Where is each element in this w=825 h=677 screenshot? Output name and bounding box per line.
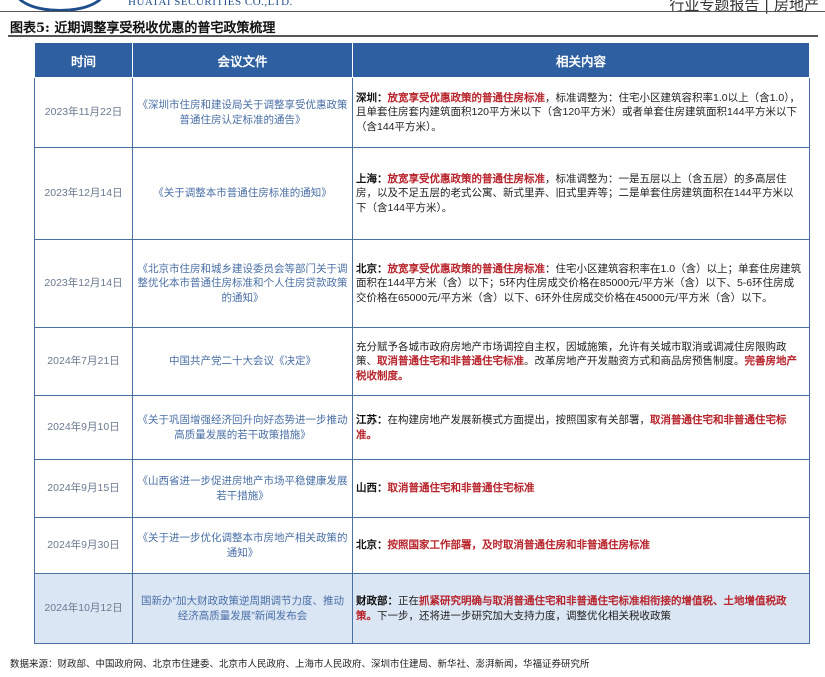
content-emphasis: 放宽享受优惠政策的普通住房标准 [387, 172, 546, 185]
row-document: 《关于巩固增强经济回升向好态势进一步推动高质量发展的若干政策措施》 [132, 395, 353, 460]
row-date: 2024年7月21日 [34, 327, 133, 396]
table-row: 2024年10月12日 国新办“加大财政政策逆周期调节力度、推动经济高质量发展”… [34, 573, 810, 644]
row-document: 中国共产党二十大会议《决定》 [132, 327, 353, 396]
content-emphasis: 放宽享受优惠政策的普通住房标准 [387, 91, 546, 104]
table-row: 2024年9月10日 《关于巩固增强经济回升向好态势进一步推动高质量发展的若干政… [34, 395, 810, 460]
content-lead: 财政部： [356, 595, 398, 607]
table-row: 2024年7月21日 中国共产党二十大会议《决定》 充分赋予各城市政府房地产市场… [34, 327, 810, 396]
content-lead: 北京： [356, 539, 388, 552]
row-document: 国新办“加大财政政策逆周期调节力度、推动经济高质量发展”新闻发布会 [132, 573, 353, 644]
header-content: 相关内容 [352, 42, 810, 78]
row-content: 深圳：放宽享受优惠政策的普通住房标准，标准调整为：住宅小区建筑容积率1.0以上（… [352, 77, 810, 148]
content-emphasis: 放宽享受优惠政策的普通住房标准 [387, 262, 546, 275]
table-row: 2023年11月22日 《深圳市住房和建设局关于调整享受优惠政策普通住房认定标准… [34, 77, 810, 148]
row-content: 上海：放宽享受优惠政策的普通住房标准，标准调整为：一是五层以上（含五层）的多高层… [352, 147, 810, 240]
content-text: 下一步，还将进一步研究加大支持力度，调整优化相关税收政策 [377, 609, 671, 622]
row-date: 2024年9月15日 [34, 459, 133, 518]
policy-table: 时间 会议文件 相关内容 2023年11月22日 《深圳市住房和建设局关于调整享… [34, 42, 810, 644]
table-row: 2024年9月15日 《山西省进一步促进房地产市场平稳健康发展若干措施》 山西：… [34, 459, 810, 518]
content-emphasis: 按照国家工作部署，及时取消普通住房和非普通住房标准 [387, 539, 651, 552]
row-date: 2024年10月12日 [34, 573, 133, 644]
table-row: 2023年12月14日 《关于调整本市普通住房标准的通知》 上海：放宽享受优惠政… [34, 147, 810, 240]
row-document: 《关于进一步优化调整本市房地产相关政策的通知》 [132, 517, 353, 574]
table-header-row: 时间 会议文件 相关内容 [34, 42, 810, 78]
content-text: 。改革房地产开发融资方式和商品房预售制度。 [524, 355, 745, 368]
content-emphasis: 取消普通住宅和非普通住宅标准 [387, 482, 535, 495]
row-document: 《深圳市住房和建设局关于调整享受优惠政策普通住房认定标准的通告》 [132, 77, 353, 148]
content-lead: 深圳： [356, 91, 388, 104]
figure-source: 数据来源：财政部、中国政府网、北京市住建委、北京市人民政府、上海市人民政府、深圳… [10, 659, 590, 670]
table-row: 2023年12月14日 《北京市住房和城乡建设委员会等部门关于调整优化本市普通住… [34, 239, 810, 328]
header-date: 时间 [34, 42, 133, 78]
table-row: 2024年9月30日 《关于进一步优化调整本市房地产相关政策的通知》 北京：按照… [34, 517, 810, 574]
header-divider [0, 11, 825, 12]
content-text: 正在 [398, 595, 419, 607]
row-content: 山西：取消普通住宅和非普通住宅标准 [352, 459, 810, 518]
content-lead: 山西： [356, 482, 388, 495]
row-content: 江苏：在构建房地产发展新模式方面提出，按照国家有关部署，取消普通住宅和非普通住宅… [352, 395, 810, 460]
row-date: 2023年12月14日 [34, 147, 133, 240]
row-document: 《关于调整本市普通住房标准的通知》 [132, 147, 353, 240]
company-logo-text: HUATAI SECURITIES CO.,LTD. [128, 0, 293, 8]
row-document: 《北京市住房和城乡建设委员会等部门关于调整优化本市普通住房标准和个人住房贷款政策… [132, 239, 353, 328]
row-date: 2024年9月30日 [34, 517, 133, 574]
title-divider [8, 35, 818, 37]
content-emphasis: 取消普通住宅和非普通住宅标准 [377, 355, 524, 368]
row-content: 北京：按照国家工作部署，及时取消普通住房和非普通住房标准 [352, 517, 810, 574]
row-date: 2023年11月22日 [34, 77, 133, 148]
header-document: 会议文件 [132, 42, 353, 78]
row-content: 充分赋予各城市政府房地产市场调控自主权，因城施策，允许有关城市取消或调减住房限购… [352, 327, 810, 396]
content-text: 在构建房地产发展新模式方面提出，按照国家有关部署， [387, 414, 651, 426]
report-type-label: 行业专题报告 | 房地产 [669, 0, 819, 14]
row-content: 北京：放宽享受优惠政策的普通住房标准：住宅小区建筑容积率在1.0（含）以上；单套… [352, 239, 810, 328]
content-lead: 北京： [356, 262, 388, 275]
row-date: 2024年9月10日 [34, 395, 133, 460]
row-document: 《山西省进一步促进房地产市场平稳健康发展若干措施》 [132, 459, 353, 518]
row-date: 2023年12月14日 [34, 239, 133, 328]
row-content: 财政部：正在抓紧研究明确与取消普通住宅和非普通住宅标准相衔接的增值税、土地增值税… [352, 573, 810, 644]
content-lead: 江苏： [356, 414, 388, 426]
figure-title: 图表5: 近期调整享受税收优惠的普宅政策梳理 [10, 21, 276, 36]
content-lead: 上海： [356, 172, 388, 185]
